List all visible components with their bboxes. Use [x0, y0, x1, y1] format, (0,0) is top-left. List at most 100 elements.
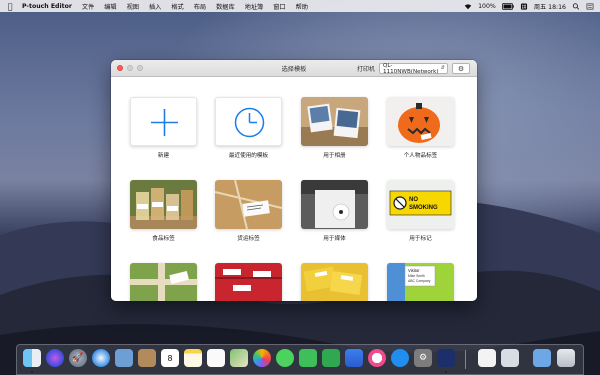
template-thumb: Visitor Mike Smith ABC Company — [387, 263, 454, 301]
template-thumb — [215, 180, 282, 229]
gift-image — [130, 263, 197, 301]
mail-stamp-icon[interactable] — [115, 349, 133, 367]
printer-settings-button[interactable]: ⚙ — [452, 63, 470, 74]
dock-separator — [465, 350, 466, 369]
menu-layout[interactable]: 布局 — [189, 2, 211, 11]
menu-bar:  P-touch Editor 文件 编辑 视图 插入 格式 布局 数据库 地… — [0, 0, 600, 12]
template-caption: 用于标记 — [409, 236, 432, 242]
template-tile-shipping[interactable]: 货运标签 — [215, 180, 282, 242]
photo-album-image — [301, 97, 368, 146]
facetime-icon[interactable] — [299, 349, 317, 367]
notes-icon[interactable] — [184, 349, 202, 367]
notification-center-icon[interactable] — [586, 3, 594, 10]
keynote-icon[interactable] — [345, 349, 363, 367]
plus-icon — [151, 109, 178, 136]
template-caption: 食品标签 — [152, 236, 175, 242]
battery-icon[interactable] — [501, 2, 514, 10]
template-caption: 个人物品标签 — [403, 153, 438, 159]
maps-icon[interactable] — [230, 349, 248, 367]
template-caption: 新建 — [157, 153, 170, 159]
badge-text-company: ABC Company — [408, 279, 431, 283]
printer-select[interactable]: QL-1110NWB(Network) ⇵ — [379, 62, 448, 75]
template-tile-red-boxes[interactable] — [215, 263, 282, 301]
dock: 🚀 8 ⚙ — [16, 344, 584, 375]
template-picker-window: 选择模板 打印机 QL-1110NWB(Network) ⇵ ⚙ 新建 最近使用… — [111, 60, 477, 301]
menu-edit[interactable]: 编辑 — [99, 2, 121, 11]
contacts-icon[interactable] — [138, 349, 156, 367]
template-tile-food[interactable]: 食品标签 — [130, 180, 197, 242]
wifi-icon[interactable] — [464, 3, 472, 10]
launchpad-icon[interactable]: 🚀 — [69, 349, 87, 367]
safari-icon[interactable] — [92, 349, 110, 367]
template-grid: 新建 最近使用的模板 用于相册 个人物品标签 食品标签 货运标签 用于媒体 NO… — [111, 77, 477, 301]
template-thumb — [130, 180, 197, 229]
clock-icon — [234, 107, 265, 138]
calendar-day: 8 — [167, 353, 173, 363]
preview-icon[interactable] — [501, 349, 519, 367]
template-tile-marking[interactable]: NO SMOKING 用于标记 — [387, 180, 454, 242]
running-indicator — [445, 371, 447, 373]
menu-database[interactable]: 数据库 — [211, 2, 240, 11]
itunes-icon[interactable] — [368, 349, 386, 367]
printer-label: 打印机 — [356, 66, 375, 73]
apple-menu-icon[interactable]:  — [3, 2, 17, 11]
parcel-image — [215, 180, 282, 229]
yellow-folders-image — [301, 263, 368, 301]
calendar-icon[interactable]: 8 — [161, 349, 179, 367]
app-store-icon[interactable] — [391, 349, 409, 367]
template-thumb — [215, 97, 282, 146]
window-titlebar: 选择模板 打印机 QL-1110NWB(Network) ⇵ ⚙ — [111, 60, 477, 77]
sign-image: NO SMOKING — [387, 180, 454, 229]
template-thumb — [301, 97, 368, 146]
red-boxes-image — [215, 263, 282, 301]
menu-format[interactable]: 格式 — [166, 2, 188, 11]
menu-app-name[interactable]: P-touch Editor — [17, 3, 77, 10]
menu-address-book[interactable]: 地址簿 — [240, 2, 269, 11]
pumpkin-image — [387, 97, 454, 146]
food-jars-image — [130, 180, 197, 229]
menu-help[interactable]: 帮助 — [291, 2, 313, 11]
template-caption: 用于媒体 — [323, 236, 346, 242]
downloads-folder-icon[interactable] — [533, 349, 551, 367]
badge-text-name: Mike Smith — [408, 274, 425, 278]
system-preferences-icon[interactable]: ⚙ — [414, 349, 432, 367]
template-caption: 最近使用的模板 — [228, 153, 269, 159]
trash-icon[interactable] — [557, 349, 575, 367]
document-icon[interactable] — [478, 349, 496, 367]
photos-icon[interactable] — [253, 349, 271, 367]
template-tile-gift[interactable] — [130, 263, 197, 301]
template-thumb — [301, 263, 368, 301]
template-tile-photo-album[interactable]: 用于相册 — [301, 97, 368, 159]
menu-window[interactable]: 窗口 — [268, 2, 290, 11]
template-caption: 用于相册 — [323, 153, 346, 159]
battery-percent[interactable]: 100% — [478, 3, 496, 10]
template-tile-recent[interactable]: 最近使用的模板 — [215, 97, 282, 159]
template-tile-folders[interactable] — [301, 263, 368, 301]
siri-icon[interactable] — [46, 349, 64, 367]
reminders-icon[interactable] — [207, 349, 225, 367]
template-tile-new[interactable]: 新建 — [130, 97, 197, 159]
sign-text-smoking: SMOKING — [409, 205, 438, 211]
template-thumb — [301, 180, 368, 229]
menu-file[interactable]: 文件 — [77, 2, 99, 11]
messages-icon[interactable] — [276, 349, 294, 367]
menu-insert[interactable]: 插入 — [144, 2, 166, 11]
template-tile-media[interactable]: 用于媒体 — [301, 180, 368, 242]
template-thumb — [387, 97, 454, 146]
template-caption: 货运标签 — [237, 236, 260, 242]
input-source-icon[interactable]: 拼 — [520, 3, 528, 10]
running-indicator — [31, 371, 33, 373]
printer-select-value: QL-1110NWB(Network) — [383, 62, 439, 75]
ptouch-editor-icon[interactable] — [437, 349, 455, 367]
sign-text-no: NO — [409, 197, 418, 203]
template-tile-personal-items[interactable]: 个人物品标签 — [387, 97, 454, 159]
spotlight-icon[interactable] — [572, 2, 580, 10]
menubar-clock[interactable]: 周五 18:16 — [534, 2, 566, 11]
badge-text-visitor: Visitor — [408, 268, 420, 273]
menu-view[interactable]: 视图 — [122, 2, 144, 11]
finder-icon[interactable] — [23, 349, 41, 367]
template-tile-name-badge[interactable]: Visitor Mike Smith ABC Company — [387, 263, 454, 301]
numbers-icon[interactable] — [322, 349, 340, 367]
gear-icon: ⚙ — [457, 64, 465, 73]
template-thumb — [130, 97, 197, 146]
